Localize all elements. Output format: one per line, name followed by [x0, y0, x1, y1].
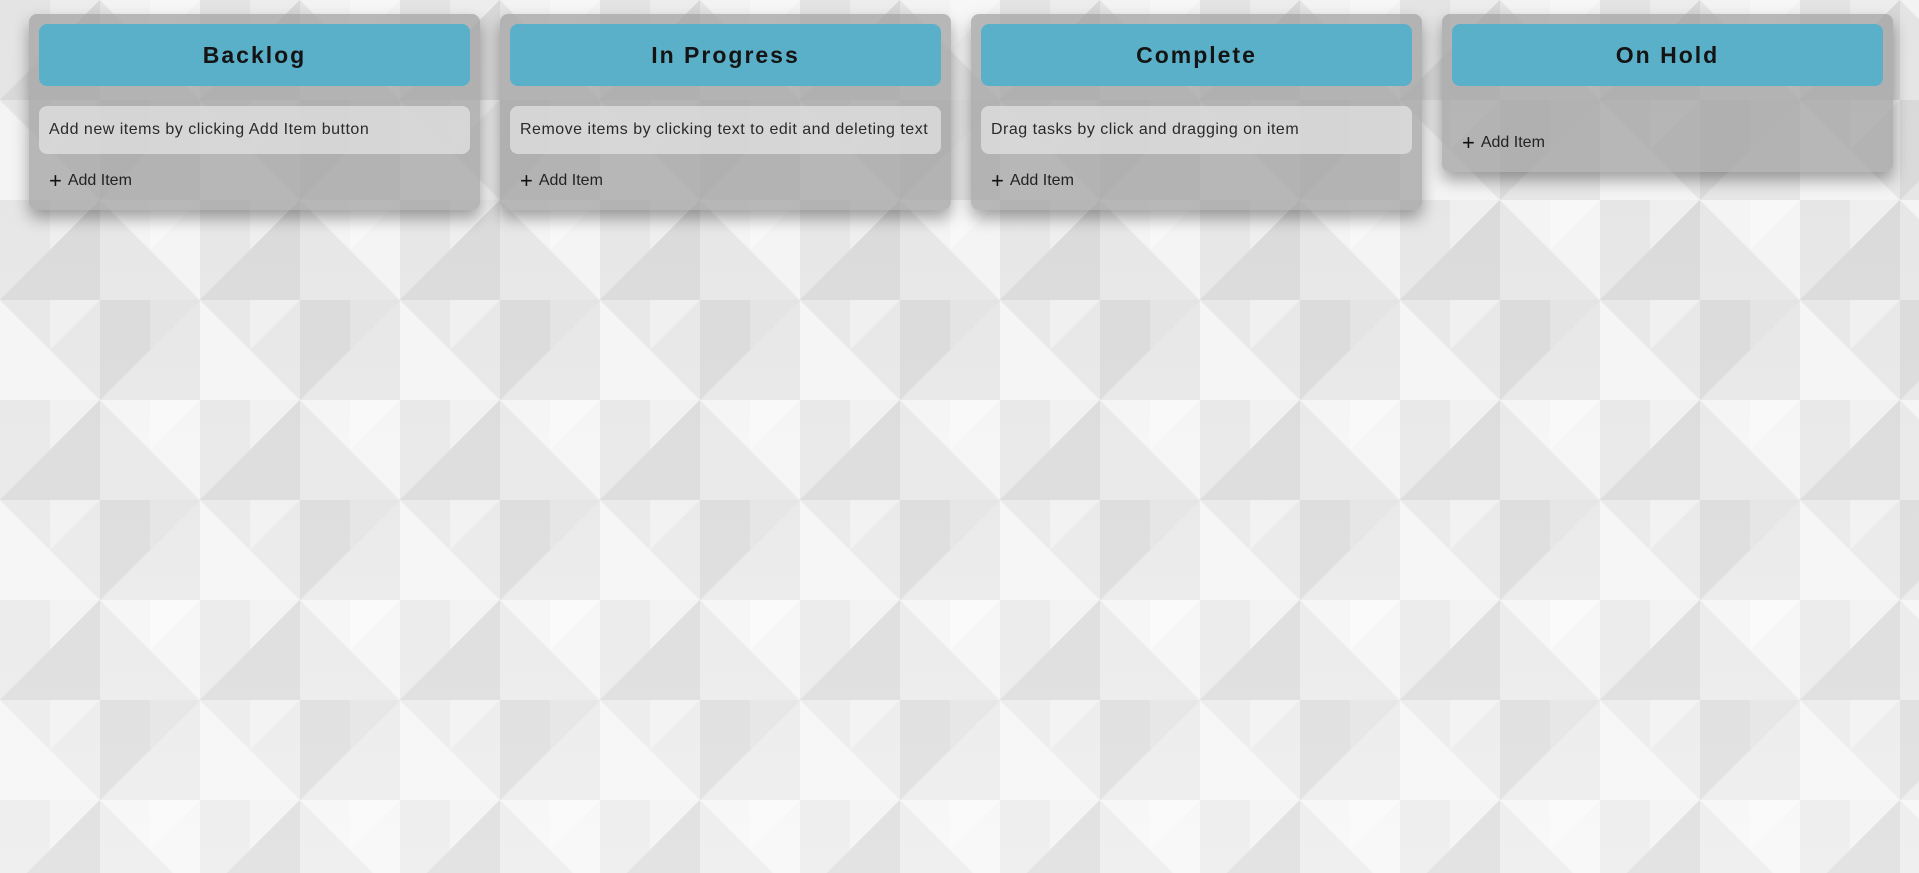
task-item[interactable]: Drag tasks by click and dragging on item [981, 106, 1412, 154]
column-on-hold: On Hold + Add Item [1442, 14, 1893, 172]
add-item-label: Add Item [1480, 134, 1545, 151]
plus-icon: + [520, 168, 533, 193]
column-backlog: Backlog Add new items by clicking Add It… [29, 14, 480, 210]
plus-icon: + [991, 168, 1004, 193]
column-title[interactable]: Backlog [39, 24, 470, 86]
plus-icon: + [1462, 130, 1475, 155]
column-title[interactable]: In Progress [510, 24, 941, 86]
add-item-label: Add Item [538, 172, 603, 189]
task-item[interactable]: Remove items by clicking text to edit an… [510, 106, 941, 154]
item-list: Drag tasks by click and dragging on item [981, 106, 1412, 154]
add-item-button[interactable]: + Add Item [981, 164, 1412, 206]
add-item-button[interactable]: + Add Item [1452, 126, 1883, 168]
column-in-progress: In Progress Remove items by clicking tex… [500, 14, 951, 210]
item-list: Remove items by clicking text to edit an… [510, 106, 941, 154]
add-item-label: Add Item [1009, 172, 1074, 189]
task-item[interactable]: Add new items by clicking Add Item butto… [39, 106, 470, 154]
plus-icon: + [49, 168, 62, 193]
column-complete: Complete Drag tasks by click and draggin… [971, 14, 1422, 210]
add-item-button[interactable]: + Add Item [510, 164, 941, 206]
column-title[interactable]: Complete [981, 24, 1412, 86]
add-item-label: Add Item [67, 172, 132, 189]
add-item-button[interactable]: + Add Item [39, 164, 470, 206]
kanban-board: Backlog Add new items by clicking Add It… [29, 14, 1893, 210]
item-list: Add new items by clicking Add Item butto… [39, 106, 470, 154]
column-title[interactable]: On Hold [1452, 24, 1883, 86]
